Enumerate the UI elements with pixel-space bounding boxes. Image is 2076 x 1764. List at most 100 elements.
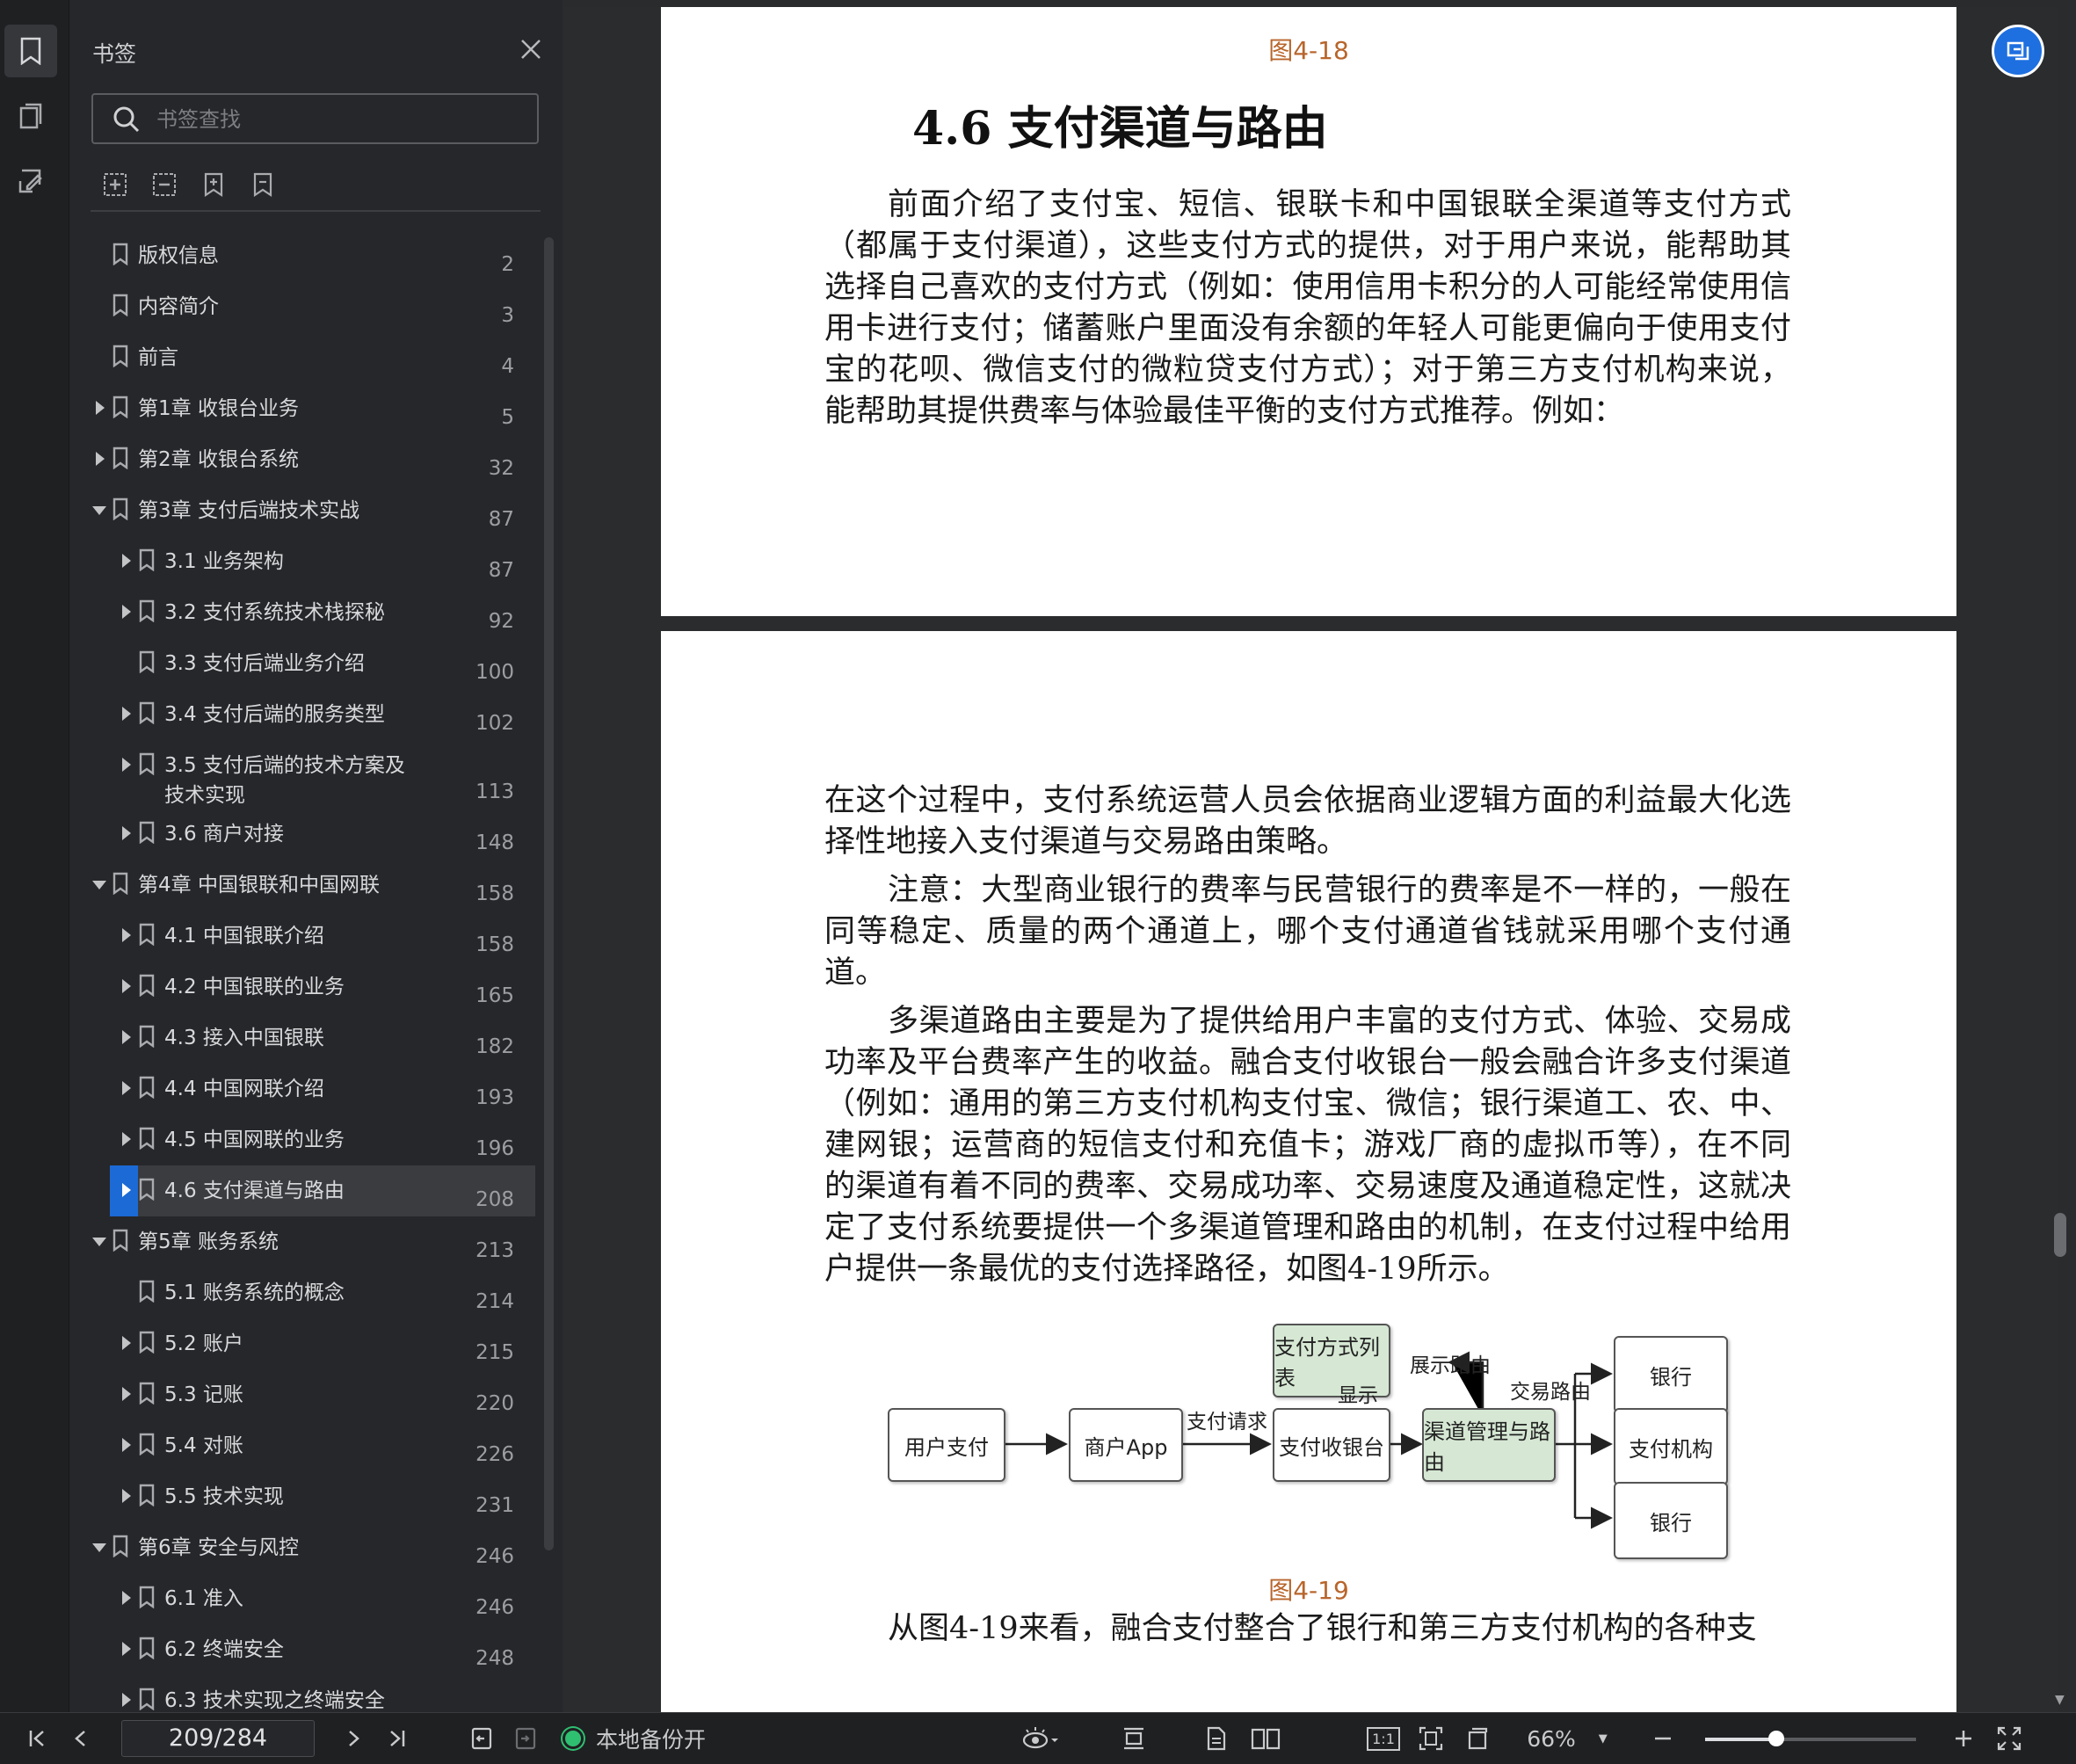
- zoom-slider-handle[interactable]: [1768, 1731, 1784, 1746]
- fullscreen-icon[interactable]: [1993, 1722, 2025, 1755]
- bookmark-panel: 书签 版权信息 2 内容简介 3 前言 4 第1章 收银台业务 5 第2章 收银台系统 32 第3章…: [69, 0, 563, 1712]
- bookmark-item[interactable]: 第4章 中国银联和中国网联 158: [69, 860, 535, 911]
- bookmark-item[interactable]: 6.1 准入 246: [69, 1573, 535, 1624]
- bookmarks-tab-icon[interactable]: [4, 25, 57, 77]
- expand-toggle-icon[interactable]: [122, 1591, 131, 1605]
- remove-bookmark-icon[interactable]: [247, 169, 279, 200]
- bookmark-item[interactable]: 第6章 安全与风控 246: [69, 1522, 535, 1573]
- expand-toggle-icon[interactable]: [122, 979, 131, 993]
- floating-tool-button[interactable]: [1992, 25, 2044, 77]
- document-scrollbar[interactable]: [2054, 1213, 2066, 1257]
- read-mode-icon[interactable]: [1016, 1722, 1065, 1755]
- expand-toggle-icon[interactable]: [122, 605, 131, 619]
- bookmark-item[interactable]: 第3章 支付后端技术实战 87: [69, 485, 535, 536]
- bookmark-item[interactable]: 4.5 中国网联的业务 196: [69, 1114, 535, 1165]
- bookmark-item[interactable]: 5.4 对账 226: [69, 1420, 535, 1471]
- expand-toggle-icon[interactable]: [122, 1489, 131, 1503]
- zoom-out-icon[interactable]: [1647, 1722, 1679, 1755]
- rotate-icon[interactable]: [1463, 1722, 1494, 1755]
- bookmark-item[interactable]: 内容简介 3: [69, 281, 535, 332]
- collapse-toggle-icon[interactable]: [92, 1543, 106, 1552]
- prev-page-icon[interactable]: [65, 1722, 97, 1755]
- bookmark-item[interactable]: 6.3 技术实现之终端安全: [69, 1675, 535, 1712]
- expand-toggle-icon[interactable]: [122, 1438, 131, 1452]
- zoom-slider-fill: [1705, 1738, 1777, 1741]
- expand-toggle-icon[interactable]: [122, 1642, 131, 1656]
- bookmark-item[interactable]: 3.5 支付后端的技术方案及 技术实现 113: [69, 740, 535, 809]
- thumbnails-tab-icon[interactable]: [4, 90, 57, 142]
- zoom-dropdown[interactable]: 66% ▼: [1519, 1722, 1615, 1755]
- bookmark-label: 6.1 准入: [164, 1587, 243, 1610]
- expand-toggle-icon[interactable]: [122, 1387, 131, 1401]
- document-viewer[interactable]: 图4-18 4.6 支付渠道与路由 前面介绍了支付宝、短信、银联卡和中国银联全渠…: [564, 7, 2058, 1712]
- document-page: 图4-18 4.6 支付渠道与路由 前面介绍了支付宝、短信、银联卡和中国银联全渠…: [661, 7, 1956, 616]
- expand-toggle-icon[interactable]: [122, 707, 131, 721]
- expand-toggle-icon[interactable]: [96, 452, 105, 466]
- bookmark-scrollbar[interactable]: [544, 237, 554, 1550]
- next-page-icon[interactable]: [338, 1722, 369, 1755]
- bookmark-item[interactable]: 5.3 记账 220: [69, 1369, 535, 1420]
- expand-toggle-icon[interactable]: [122, 1336, 131, 1350]
- backup-status[interactable]: 本地备份开: [563, 1722, 721, 1755]
- last-page-icon[interactable]: [381, 1722, 413, 1755]
- zoom-in-icon[interactable]: [1948, 1722, 1979, 1755]
- bookmark-item[interactable]: 4.3 接入中国银联 182: [69, 1013, 535, 1063]
- back-history-icon[interactable]: [466, 1722, 497, 1755]
- bookmark-label: 第6章 安全与风控: [138, 1536, 299, 1559]
- single-page-icon[interactable]: [1201, 1722, 1232, 1755]
- bookmark-item[interactable]: 4.6 支付渠道与路由 208: [110, 1165, 535, 1216]
- expand-toggle-icon[interactable]: [122, 1132, 131, 1146]
- scroll-down-icon[interactable]: ▼: [2055, 1693, 2065, 1707]
- forward-history-icon[interactable]: [510, 1722, 541, 1755]
- collapse-toggle-icon[interactable]: [92, 1238, 106, 1246]
- bookmark-item[interactable]: 前言 4: [69, 332, 535, 383]
- bookmark-item[interactable]: 3.4 支付后端的服务类型 102: [69, 689, 535, 740]
- bookmark-item[interactable]: 5.1 账务系统的概念 214: [69, 1267, 535, 1318]
- bookmark-item[interactable]: 3.3 支付后端业务介绍 100: [69, 638, 535, 689]
- bookmark-item[interactable]: 3.2 支付系统技术栈探秘 92: [69, 587, 535, 638]
- expand-toggle-icon[interactable]: [122, 1030, 131, 1044]
- annotations-tab-icon[interactable]: [4, 155, 57, 207]
- bookmark-item[interactable]: 版权信息 2: [69, 230, 535, 281]
- bookmark-search-input[interactable]: [155, 104, 527, 135]
- expand-toggle-icon[interactable]: [122, 826, 131, 840]
- collapse-all-icon[interactable]: [149, 169, 180, 200]
- two-page-icon[interactable]: [1248, 1722, 1283, 1755]
- expand-toggle-icon[interactable]: [122, 1693, 131, 1707]
- actual-size-button[interactable]: 1:1: [1366, 1722, 1401, 1755]
- add-bookmark-icon[interactable]: [198, 169, 229, 200]
- collapse-toggle-icon[interactable]: [92, 506, 106, 515]
- bookmark-icon: [139, 821, 155, 844]
- fit-page-icon[interactable]: [1415, 1722, 1447, 1755]
- bookmark-item[interactable]: 第5章 账务系统 213: [69, 1216, 535, 1267]
- bookmark-icon: [139, 1484, 155, 1506]
- expand-toggle-icon[interactable]: [122, 758, 131, 772]
- bookmark-icon: [113, 345, 128, 367]
- bookmark-item[interactable]: 3.1 业务架构 87: [69, 536, 535, 587]
- page-number-input[interactable]: 209/284: [121, 1720, 315, 1757]
- expand-toggle-icon[interactable]: [122, 1183, 131, 1197]
- bookmark-item[interactable]: 3.6 商户对接 148: [69, 809, 535, 860]
- collapse-toggle-icon[interactable]: [92, 881, 106, 889]
- bookmark-icon: [139, 1382, 155, 1405]
- first-page-icon[interactable]: [21, 1722, 53, 1755]
- expand-toggle-icon[interactable]: [122, 554, 131, 568]
- bookmark-page-number: 87: [488, 508, 514, 531]
- bookmark-label: 5.2 账户: [164, 1332, 243, 1355]
- bookmark-item[interactable]: 4.2 中国银联的业务 165: [69, 962, 535, 1013]
- bookmark-label: 5.3 记账: [164, 1383, 243, 1406]
- expand-toggle-icon[interactable]: [96, 401, 105, 415]
- continuous-scroll-icon[interactable]: [1118, 1722, 1150, 1755]
- expand-toggle-icon[interactable]: [122, 1081, 131, 1095]
- bookmark-item[interactable]: 4.1 中国银联介绍 158: [69, 911, 535, 962]
- bookmark-item[interactable]: 5.5 技术实现 231: [69, 1471, 535, 1522]
- bookmark-item[interactable]: 第1章 收银台业务 5: [69, 383, 535, 434]
- bookmark-item[interactable]: 5.2 账户 215: [69, 1318, 535, 1369]
- bookmark-item[interactable]: 4.4 中国网联介绍 193: [69, 1063, 535, 1114]
- bookmark-item[interactable]: 第2章 收银台系统 32: [69, 434, 535, 485]
- bookmark-icon: [139, 1127, 155, 1150]
- expand-all-icon[interactable]: [99, 169, 131, 200]
- bookmark-item[interactable]: 6.2 终端安全 248: [69, 1624, 535, 1675]
- expand-toggle-icon[interactable]: [122, 928, 131, 942]
- close-icon[interactable]: [517, 35, 545, 63]
